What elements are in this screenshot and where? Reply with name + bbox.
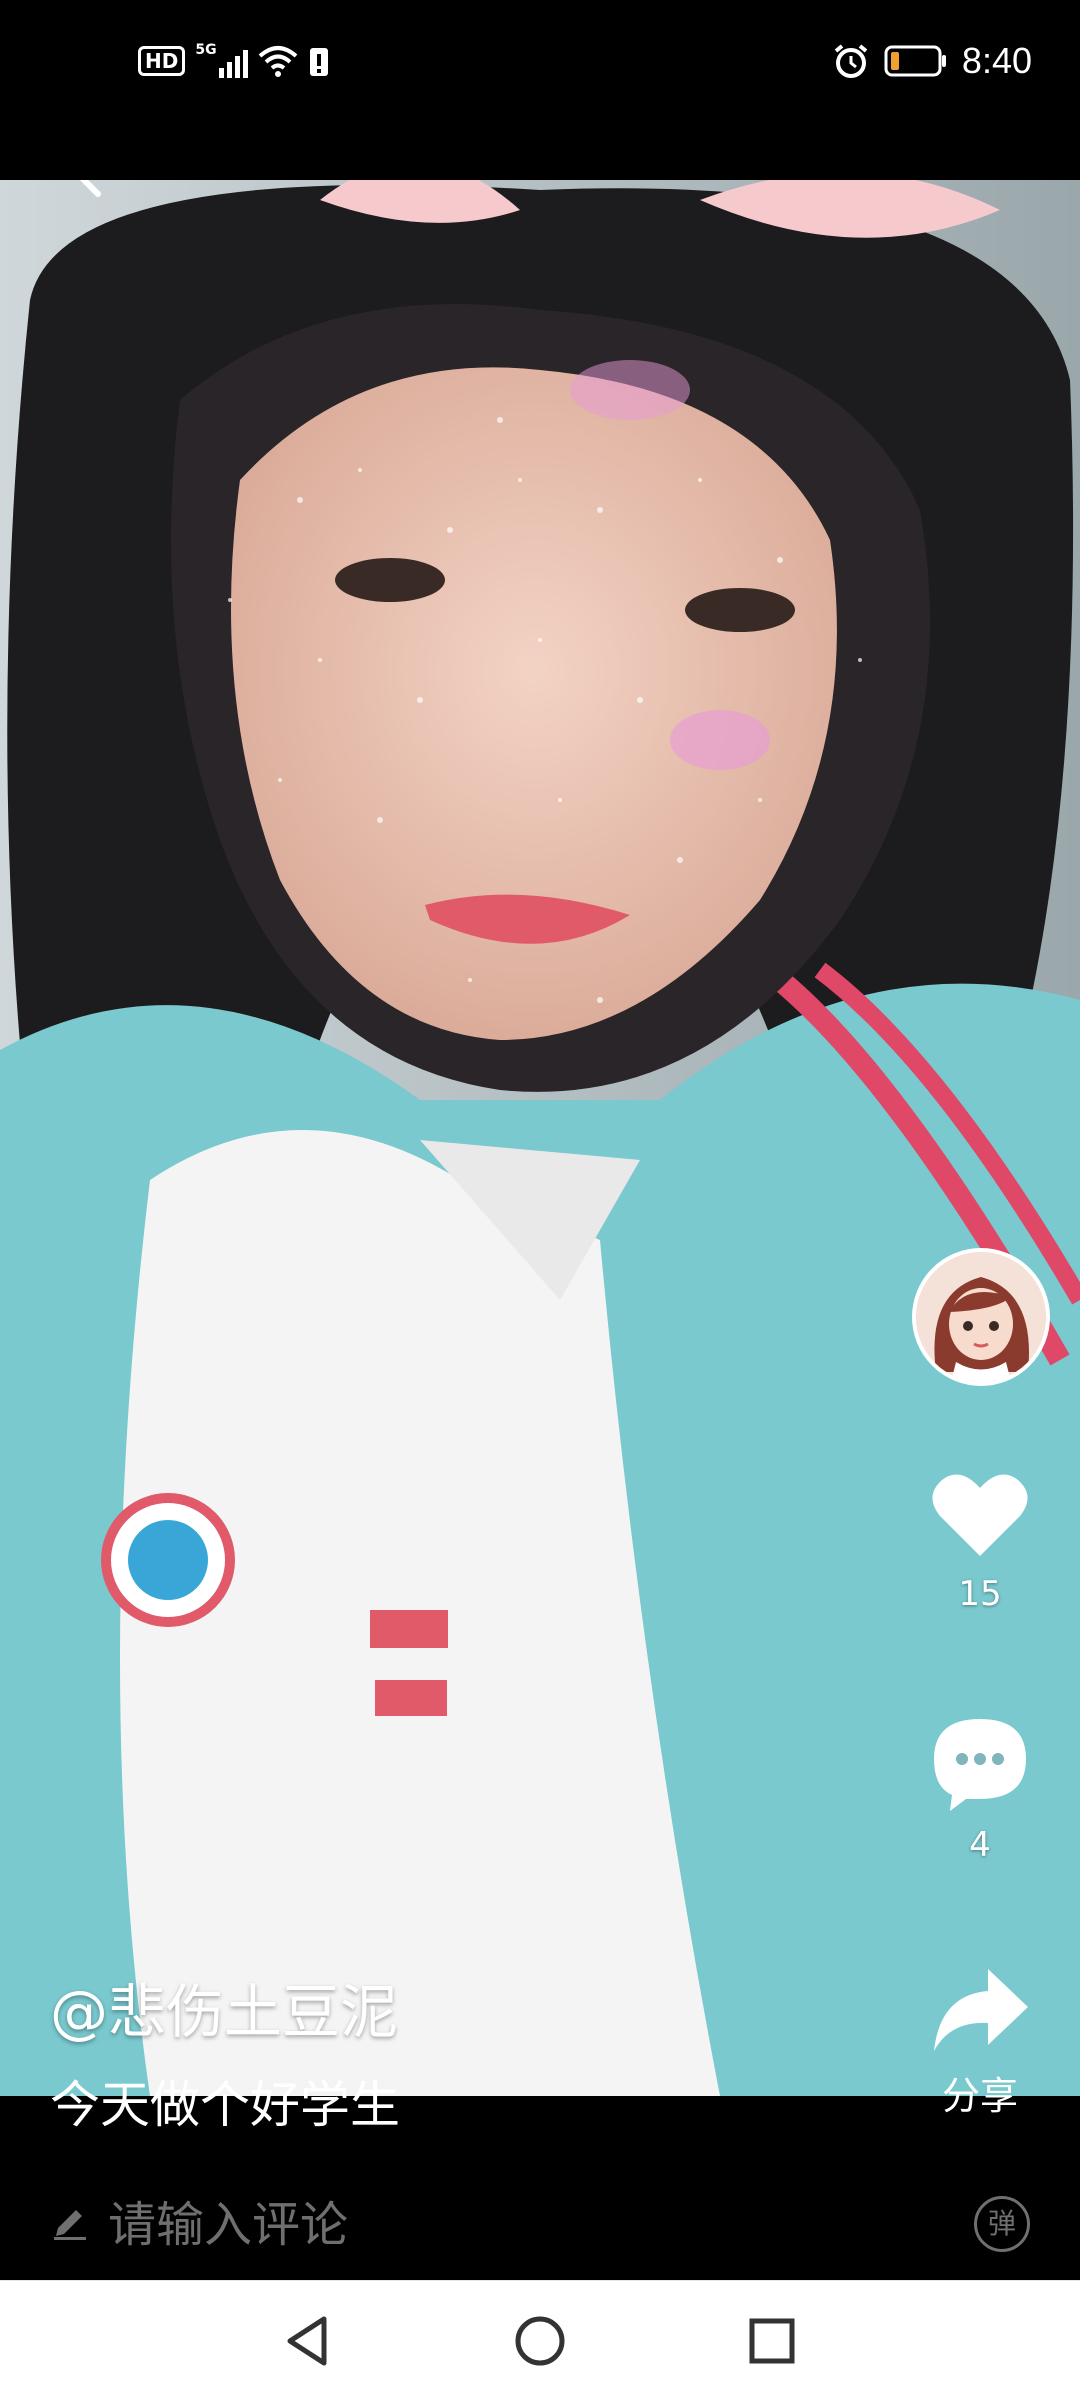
avatar-illustration [916,1252,1046,1382]
video-player-screen: HD 5G 8:40 15 4 分享 @悲伤土豆泥 今天做个好学生 请输入评论 … [0,0,1080,2400]
comment-placeholder: 请输入评论 [108,2197,349,2253]
status-bar: HD 5G 8:40 [0,0,1080,130]
network-type-label: 5G [195,42,217,58]
pencil-icon [54,2210,86,2240]
video-caption: 今天做个好学生 [50,2076,400,2134]
wifi-icon [259,46,298,77]
like-count: 15 [958,1574,1002,1614]
share-label: 分享 [941,2074,1018,2118]
like-button[interactable]: 15 [925,1470,1035,1614]
author-avatar[interactable] [912,1248,1050,1386]
comment-button[interactable]: 4 [925,1715,1035,1865]
status-right: 8:40 [832,40,1032,82]
video-frame[interactable] [0,180,1080,2096]
share-button[interactable]: 分享 [915,1965,1045,2120]
system-nav-bar [0,2280,1080,2400]
author-name[interactable]: @悲伤土豆泥 [50,1965,398,2049]
clock-time: 8:40 [961,40,1032,81]
cellular-signal-icon: 5G [195,42,249,78]
nav-back-icon[interactable] [278,2311,338,2371]
back-icon[interactable] [64,180,112,204]
video-still-image [0,180,1080,2096]
comment-count: 4 [969,1825,991,1865]
like-heart-icon [932,1474,1028,1556]
nav-home-icon[interactable] [510,2311,570,2371]
hd-badge: HD [138,46,186,76]
alert-icon [310,48,329,76]
comment-bubble-icon [934,1719,1026,1811]
danmaku-icon[interactable]: 弹 [974,2196,1030,2252]
battery-icon [884,45,946,77]
comment-bar: 请输入评论 弹 [0,2160,1080,2280]
comment-input[interactable]: 请输入评论 [50,2185,348,2255]
alarm-icon [834,44,868,78]
share-arrow-icon [934,1969,1028,2051]
status-left: HD 5G [138,42,330,78]
nav-recents-icon[interactable] [742,2311,802,2371]
